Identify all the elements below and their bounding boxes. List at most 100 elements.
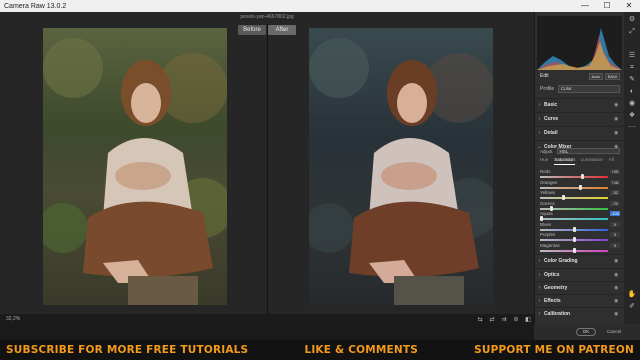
eye-icon[interactable]: ◉ (614, 298, 624, 304)
tool-strip: ⚙ ⤢ ☰ ⌗ ✎ ◐ ◉ ❖ ⋯ ✋ ✐ (624, 12, 640, 324)
auto-button[interactable]: Auto (588, 72, 603, 80)
tab-saturation[interactable]: Saturation (554, 157, 575, 165)
ok-button[interactable]: OK (576, 328, 596, 336)
slider-label: Blues (540, 221, 552, 227)
slider-oranges[interactable]: Oranges +18 (540, 179, 620, 190)
eye-icon[interactable]: ◉ (614, 311, 624, 317)
tab-hue[interactable]: Hue (540, 157, 548, 165)
maximize-button[interactable]: ☐ (596, 0, 618, 12)
edit-title: Edit (540, 73, 549, 79)
slider-value[interactable]: 0 (610, 242, 620, 248)
file-name: pexels-yan-4667802.jpg (240, 14, 294, 20)
adjust-select[interactable]: HSL (556, 148, 620, 154)
presets-icon[interactable]: ❖ (624, 110, 640, 122)
slider-label: Magentas (540, 242, 560, 248)
expand-icon[interactable]: ⤢ (624, 26, 640, 38)
slider-track[interactable] (540, 176, 608, 178)
lower-workspace-strip (0, 324, 534, 340)
copy-settings-icon[interactable]: ⇉ (498, 316, 510, 323)
slider-magentas[interactable]: Magentas 0 (540, 242, 620, 253)
slider-yellows[interactable]: Yellows -32 (540, 190, 620, 200)
bw-button[interactable]: B&W (604, 72, 620, 80)
slider-label: Purples (540, 232, 556, 237)
chevron-right-icon: › (538, 129, 541, 136)
eye-icon[interactable]: ◉ (614, 102, 624, 108)
edit-header: Edit Auto B&W (540, 71, 620, 81)
more-icon[interactable]: ⋯ (624, 122, 640, 134)
compare-views-icon[interactable]: ⇆ (474, 316, 486, 323)
eye-icon[interactable]: ◉ (614, 116, 624, 122)
slider-track[interactable] (540, 218, 608, 220)
slider-value[interactable]: -70 (610, 200, 620, 206)
edit-panel: Edit Auto B&W Profile Color › Basic ◉ › … (534, 12, 624, 324)
patreon-text: SUPPORT ME ON PATREON (474, 344, 634, 356)
profile-select[interactable]: Color (558, 85, 620, 93)
zoom-level[interactable]: 32,2% (0, 316, 474, 322)
slider-aquas[interactable]: Aquas -100 (540, 211, 620, 221)
slider-value[interactable]: +25 (610, 169, 620, 174)
tab-all[interactable]: All (609, 157, 614, 165)
adjust-label: Adjust (540, 148, 553, 154)
slider-label: Yellows (540, 190, 556, 195)
slider-thumb[interactable] (573, 247, 576, 253)
slider-thumb[interactable] (578, 184, 582, 190)
healing-icon[interactable]: ✎ (624, 74, 640, 86)
red-eye-icon[interactable]: ◉ (624, 98, 640, 110)
slider-track[interactable] (540, 197, 608, 199)
slider-thumb[interactable] (549, 205, 553, 211)
slider-greens[interactable]: Greens -70 (540, 200, 620, 211)
chevron-right-icon: › (538, 115, 541, 122)
slider-thumb[interactable] (562, 195, 566, 200)
crop-icon[interactable]: ⌗ (624, 62, 640, 74)
slider-purples[interactable]: Purples 0 (540, 232, 620, 242)
mask-icon[interactable]: ◐ (624, 86, 640, 98)
slider-value[interactable]: -32 (610, 190, 620, 195)
slider-value[interactable]: 0 (610, 221, 620, 227)
edit-sliders-icon[interactable]: ☰ (624, 50, 640, 62)
slider-value[interactable]: +18 (610, 179, 620, 185)
slider-thumb[interactable] (573, 237, 576, 242)
slider-reds[interactable]: Reds +25 (540, 169, 620, 179)
slider-track[interactable] (540, 186, 608, 189)
section-calibration[interactable]: › Calibration ◉ (535, 307, 624, 319)
chevron-right-icon: › (538, 284, 541, 291)
minimize-button[interactable]: — (574, 0, 596, 12)
section-basic[interactable]: › Basic ◉ (535, 98, 624, 110)
swap-settings-icon[interactable]: ⇄ (486, 316, 498, 323)
chevron-right-icon: › (538, 101, 541, 108)
before-label[interactable]: Before (238, 25, 266, 35)
section-color-grading[interactable]: › Color Grading ◉ (535, 254, 624, 266)
toggle-preview-icon[interactable]: ⊘ (510, 316, 522, 323)
tab-luminance[interactable]: Luminance (581, 157, 603, 165)
slider-label: Greens (540, 200, 555, 206)
section-geometry[interactable]: › Geometry ◉ (535, 281, 624, 293)
chevron-right-icon: › (538, 271, 541, 278)
title-bar: Camera Raw 13.0.2 — ☐ ✕ (0, 0, 640, 12)
section-effects[interactable]: › Effects ◉ (535, 294, 624, 306)
after-label[interactable]: After (268, 25, 296, 35)
before-photo (43, 28, 227, 305)
slider-value[interactable]: 0 (610, 232, 620, 237)
slider-thumb[interactable] (540, 216, 543, 221)
section-optics[interactable]: › Optics ◉ (535, 268, 624, 280)
profile-label: Profile (540, 86, 555, 92)
cancel-button[interactable]: Cancel (603, 328, 625, 336)
section-detail[interactable]: › Detail ◉ (535, 126, 624, 138)
eye-icon[interactable]: ◉ (614, 285, 624, 291)
slider-thumb[interactable] (573, 226, 576, 232)
hsl-tabs: Hue Saturation Luminance All (540, 157, 620, 165)
hand-icon[interactable]: ✋ (624, 289, 640, 301)
slider-blues[interactable]: Blues 0 (540, 221, 620, 232)
slider-label: Reds (540, 169, 551, 174)
settings-icon[interactable]: ⚙ (624, 14, 640, 26)
promo-banner: SUBSCRIBE FOR MORE FREE TUTORIALS LIKE &… (0, 340, 640, 360)
slider-value[interactable]: -100 (610, 211, 620, 216)
eye-icon[interactable]: ◉ (614, 258, 624, 264)
eyedropper-icon[interactable]: ✐ (624, 301, 640, 313)
close-button[interactable]: ✕ (618, 0, 640, 12)
slider-thumb[interactable] (580, 174, 584, 179)
view-mode-icon[interactable]: ◧ (522, 316, 534, 323)
eye-icon[interactable]: ◉ (614, 130, 624, 136)
eye-icon[interactable]: ◉ (614, 272, 624, 278)
section-curve[interactable]: › Curve ◉ (535, 112, 624, 124)
